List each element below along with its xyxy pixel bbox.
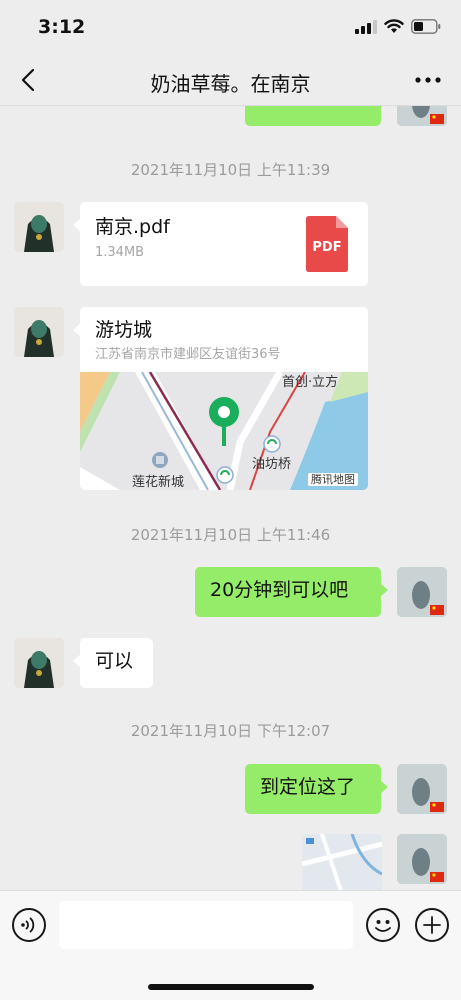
more-icon (415, 77, 441, 83)
nav-bar: 奶油草莓。在南京 (0, 56, 461, 106)
avatar-self[interactable] (397, 764, 447, 814)
message-outgoing-cutoff[interactable] (245, 106, 388, 126)
plus-icon (423, 916, 441, 934)
file-message[interactable]: 南京.pdf 1.34MB PDF (73, 202, 368, 286)
avatar-contact-image (14, 638, 64, 688)
map-label-youfangqiao: 油坊桥 (252, 457, 292, 472)
file-size: 1.34MB (95, 245, 145, 260)
voice-button[interactable] (12, 908, 46, 942)
wifi-icon (384, 19, 404, 33)
message-outgoing[interactable]: 20分钟到可以吧 (195, 567, 388, 617)
message-text: 可以 (95, 650, 134, 672)
location-title: 游坊城 (95, 319, 153, 341)
status-icons (355, 19, 441, 34)
avatar-self[interactable] (397, 567, 447, 617)
avatar-contact-image (14, 307, 64, 357)
message-input[interactable] (59, 901, 353, 949)
pdf-icon: PDF (306, 216, 348, 272)
status-time: 3:12 (38, 16, 86, 38)
avatar-self-image (397, 764, 447, 814)
avatar-self-image (397, 567, 447, 617)
map-pin-icon (209, 397, 239, 446)
avatar-contact[interactable] (14, 307, 64, 357)
home-indicator (148, 984, 314, 990)
map-label-lianhuaxincheng: 莲花新城 (132, 475, 185, 490)
plus-button[interactable] (415, 908, 449, 942)
message-text: 到定位这了 (260, 776, 356, 798)
avatar-self[interactable] (397, 106, 447, 126)
location-message[interactable]: 游坊城 江苏省南京市建邺区友谊街36号 首创·立方 油坊桥 莲花新城 腾讯地图 (73, 307, 368, 490)
message-outgoing[interactable]: 到定位这了 (245, 764, 388, 814)
input-bar (0, 890, 461, 1000)
location-map[interactable]: 首创·立方 油坊桥 莲花新城 腾讯地图 (80, 372, 368, 490)
timestamp: 2021年11月10日 上午11:46 (130, 526, 331, 544)
map-label-shouchuang: 首创·立方 (282, 375, 339, 390)
location-address: 江苏省南京市建邺区友谊街36号 (95, 347, 281, 362)
avatar-contact-image (14, 202, 64, 252)
message-outgoing-image[interactable] (302, 834, 382, 890)
signal-icon (355, 19, 377, 34)
avatar-self-image (397, 106, 447, 126)
avatar-self[interactable] (397, 834, 447, 884)
battery-icon (411, 19, 441, 34)
map-screenshot-thumbnail (302, 834, 382, 890)
file-name: 南京.pdf (95, 216, 170, 238)
message-text: 20分钟到可以吧 (210, 579, 349, 601)
chat-title: 奶油草莓。在南京 (150, 72, 311, 96)
voice-icon (21, 917, 35, 933)
pdf-icon-label: PDF (312, 240, 342, 255)
avatar-contact[interactable] (14, 638, 64, 688)
timestamp: 2021年11月10日 上午11:39 (130, 161, 331, 179)
map-provider-label: 腾讯地图 (308, 473, 358, 486)
more-button[interactable] (413, 68, 443, 92)
chat-area[interactable]: 2021年11月10日 上午11:39 南京.pdf 1.34MB PDF 游坊… (0, 106, 461, 890)
avatar-contact[interactable] (14, 202, 64, 252)
status-bar: 3:12 (0, 0, 461, 56)
message-incoming[interactable]: 可以 (73, 638, 153, 688)
emoji-icon (375, 920, 391, 932)
avatar-self-image (397, 834, 447, 884)
emoji-button[interactable] (366, 908, 400, 942)
timestamp: 2021年11月10日 下午12:07 (130, 722, 331, 740)
